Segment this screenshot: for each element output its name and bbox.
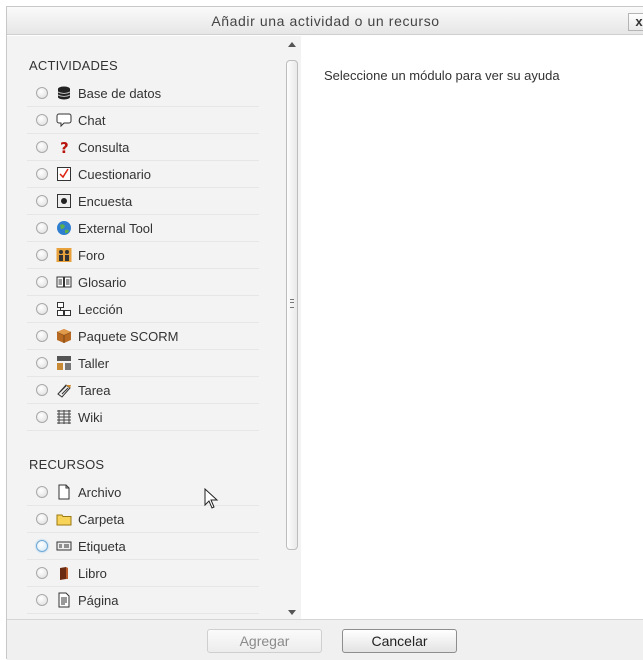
radio-button[interactable] — [36, 222, 48, 234]
radio-button[interactable] — [36, 486, 48, 498]
question-icon: ? — [60, 139, 69, 155]
module-options-panel: ACTIVIDADES Base de datos Chat ? Consult… — [7, 36, 284, 619]
page-icon — [58, 592, 70, 608]
wiki-icon — [57, 410, 71, 424]
option-label: Tarea — [78, 382, 111, 398]
option-foro[interactable]: Foro — [27, 242, 259, 269]
option-carpeta[interactable]: Carpeta — [27, 506, 259, 533]
option-leccion[interactable]: Lección — [27, 296, 259, 323]
option-wiki[interactable]: Wiki — [27, 404, 259, 431]
option-encuesta[interactable]: Encuesta — [27, 188, 259, 215]
workshop-icon — [57, 356, 71, 370]
option-label: Base de datos — [78, 85, 162, 101]
option-label: Chat — [78, 112, 106, 128]
options-scrollbar[interactable] — [284, 36, 301, 619]
add-activity-dialog: Añadir una actividad o un recurso x ACTI… — [6, 6, 643, 660]
option-external-tool[interactable]: External Tool — [27, 215, 259, 242]
radio-button[interactable] — [36, 384, 48, 396]
option-archivo[interactable]: Archivo — [27, 479, 259, 506]
module-help-text: Seleccione un módulo para ver su ayuda — [324, 68, 560, 83]
quiz-icon — [57, 167, 71, 181]
database-icon — [57, 86, 71, 100]
option-label: Lección — [78, 301, 123, 317]
option-glosario[interactable]: Glosario — [27, 269, 259, 296]
option-label: External Tool — [78, 220, 153, 236]
radio-button[interactable] — [36, 276, 48, 288]
resources-section-title: RECURSOS — [29, 457, 105, 472]
option-label: Libro — [78, 565, 107, 581]
option-label: Encuesta — [78, 193, 133, 209]
close-button[interactable]: x — [628, 13, 643, 31]
dialog-title: Añadir una actividad o un recurso — [211, 13, 440, 29]
radio-button[interactable] — [36, 411, 48, 423]
label-icon — [56, 541, 72, 551]
radio-button[interactable] — [36, 87, 48, 99]
lesson-icon — [57, 302, 71, 316]
option-libro[interactable]: Libro — [27, 560, 259, 587]
radio-button[interactable] — [36, 114, 48, 126]
option-etiqueta[interactable]: Etiqueta — [27, 533, 259, 560]
survey-icon — [57, 194, 71, 208]
close-icon: x — [635, 14, 643, 29]
activities-section-title: ACTIVIDADES — [29, 58, 118, 73]
dialog-footer: Agregar Cancelar — [7, 619, 643, 660]
radio-button[interactable] — [36, 249, 48, 261]
folder-icon — [56, 514, 72, 526]
mouse-cursor-icon — [204, 488, 219, 509]
chat-icon — [56, 113, 72, 128]
radio-button[interactable] — [36, 330, 48, 342]
add-button[interactable]: Agregar — [207, 629, 322, 653]
glossary-icon — [56, 276, 72, 288]
forum-icon — [56, 248, 72, 262]
option-label: Foro — [78, 247, 105, 263]
radio-button[interactable] — [36, 303, 48, 315]
radio-button[interactable] — [36, 567, 48, 579]
grip-icon — [290, 299, 294, 308]
cancel-button[interactable]: Cancelar — [342, 629, 457, 653]
radio-button[interactable] — [36, 141, 48, 153]
dialog-titlebar: Añadir una actividad o un recurso x — [7, 7, 643, 35]
file-icon — [58, 484, 70, 500]
option-paquete-scorm[interactable]: Paquete SCORM — [27, 323, 259, 350]
option-label: Archivo — [78, 484, 122, 500]
option-label: Paquete SCORM — [78, 328, 179, 344]
option-label: Cuestionario — [78, 166, 151, 182]
option-label: Glosario — [78, 274, 127, 290]
radio-button[interactable] — [36, 195, 48, 207]
option-taller[interactable]: Taller — [27, 350, 259, 377]
option-consulta[interactable]: ? Consulta — [27, 134, 259, 161]
option-base-de-datos[interactable]: Base de datos — [27, 80, 259, 107]
svg-text:?: ? — [60, 139, 69, 155]
scroll-up-arrow-icon[interactable] — [288, 42, 296, 47]
option-pagina[interactable]: Página — [27, 587, 259, 614]
option-label: Wiki — [78, 409, 103, 425]
option-cuestionario[interactable]: Cuestionario — [27, 161, 259, 188]
assignment-icon — [57, 384, 71, 398]
radio-button[interactable] — [36, 513, 48, 525]
option-label: Página — [78, 592, 119, 608]
option-chat[interactable]: Chat — [27, 107, 259, 134]
option-label: Carpeta — [78, 511, 125, 527]
scroll-down-arrow-icon[interactable] — [288, 610, 296, 615]
option-label: Taller — [78, 355, 110, 371]
option-label: Etiqueta — [78, 538, 126, 554]
radio-button[interactable] — [36, 594, 48, 606]
radio-button[interactable] — [36, 540, 48, 552]
option-tarea[interactable]: Tarea — [27, 377, 259, 404]
package-icon — [56, 329, 72, 343]
radio-button[interactable] — [36, 357, 48, 369]
radio-button[interactable] — [36, 168, 48, 180]
globe-icon — [57, 221, 71, 235]
scrollbar-thumb[interactable] — [286, 60, 298, 550]
option-label: Consulta — [78, 139, 130, 155]
book-icon — [60, 567, 68, 580]
